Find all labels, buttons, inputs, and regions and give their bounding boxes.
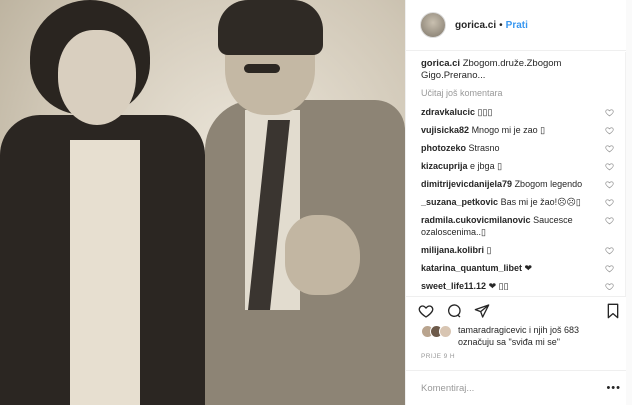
heart-icon[interactable] [605,126,614,135]
avatar [439,325,452,338]
comment-item: vujisicka82 Mnogo mi je zao ▯ [421,124,614,136]
comment-text: Bas mi je žao!☹☹▯ [500,197,581,207]
woman-face [58,30,136,125]
woman-blouse [70,140,140,405]
liker-avatars[interactable] [421,325,452,338]
heart-icon[interactable] [605,144,614,153]
comment-username[interactable]: milijana.kolibri [421,245,484,255]
bookmark-icon[interactable] [605,303,621,319]
comment-username[interactable]: kizacuprija [421,161,468,171]
header-username[interactable]: gorica.ci [455,20,496,31]
follow-button[interactable]: Prati [506,20,528,31]
comment-username[interactable]: photozeko [421,143,466,153]
comment-username[interactable]: sweet_life11.12 [421,281,486,290]
avatar[interactable] [420,12,446,38]
comment-bubble-icon[interactable] [446,303,462,319]
comment-username[interactable]: dimitrijevicdanijela79 [421,179,512,189]
man-hand [285,215,360,295]
comment-item: radmila.cukovicmilanovic Saucesce ozalos… [421,214,614,238]
comment-text: Mnogo mi je zao ▯ [471,125,546,135]
page-scrollbar-strip [626,0,632,405]
comment-text: ❤ ▯▯ [488,281,509,290]
comment-text: Strasno [468,143,500,153]
more-options-icon[interactable]: ••• [606,382,621,394]
comment-item: photozeko Strasno [421,142,614,154]
heart-icon[interactable] [605,198,614,207]
comment-input[interactable] [421,382,607,394]
comment-item: kizacuprija e jbga ▯ [421,160,614,172]
header-separator: • [499,19,503,31]
comment-text: ❤ [524,263,533,273]
comment-text: Zbogom legendo [514,179,583,189]
comment-item: zdravkalucic ▯▯▯ [421,106,614,118]
likes-count-text[interactable]: i njih još 683 [527,325,579,335]
caption-username[interactable]: gorica.ci [421,58,460,69]
comment-username[interactable]: katarina_quantum_libet [421,263,522,273]
comment-form: ••• [406,370,632,405]
heart-icon[interactable] [605,216,614,225]
liker-username[interactable]: tamaradragicevic [458,325,527,335]
heart-icon[interactable] [605,264,614,273]
comment-item: katarina_quantum_libet ❤ [421,262,614,274]
heart-icon[interactable] [605,246,614,255]
comment-text: e jbga ▯ [470,161,503,171]
post-timestamp[interactable]: PRIJE 9 H [421,353,455,360]
man-hair [218,0,323,55]
likes-text: tamaradragicevic i njih još 683 označuju… [458,324,579,348]
send-icon[interactable] [474,303,490,319]
comments-list: gorica.ci Zbogom.druže.Zbogom Gigo.Prera… [406,58,624,290]
heart-icon[interactable] [605,180,614,189]
action-bar [406,296,632,324]
comment-username[interactable]: vujisicka82 [421,125,469,135]
heart-icon[interactable] [605,162,614,171]
likes-summary: tamaradragicevic i njih još 683 označuju… [421,324,626,348]
man-mustache [244,64,280,73]
heart-icon[interactable] [418,303,434,319]
comment-username[interactable]: radmila.cukovicmilanovic [421,215,531,225]
comment-item: sweet_life11.12 ❤ ▯▯ [421,280,614,290]
comment-username[interactable]: zdravkalucic [421,107,475,117]
comment-item: _suzana_petkovic Bas mi je žao!☹☹▯ [421,196,614,208]
post-sidebar: gorica.ci • Prati gorica.ci Zbogom.druže… [405,0,632,405]
comment-text: ▯▯▯ [477,107,493,117]
post-photo[interactable] [0,0,405,405]
heart-icon[interactable] [605,108,614,117]
post-caption: gorica.ci Zbogom.druže.Zbogom Gigo.Prera… [421,58,614,82]
load-more-comments[interactable]: Učitaj još komentara [421,88,614,98]
comment-item: milijana.kolibri ▯ [421,244,614,256]
comment-item: dimitrijevicdanijela79 Zbogom legendo [421,178,614,190]
heart-icon[interactable] [605,282,614,290]
likes-label: označuju sa "sviđa mi se" [458,337,560,347]
comment-username[interactable]: _suzana_petkovic [421,197,498,207]
post-header: gorica.ci • Prati [406,0,632,51]
comment-text: ▯ [486,245,492,255]
